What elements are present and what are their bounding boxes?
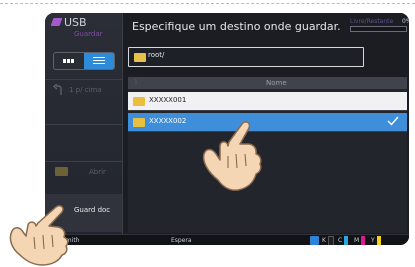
job-status: Espera	[171, 237, 192, 244]
toner-icon	[310, 236, 319, 245]
page-title: Especifique um destino onde guardar.	[132, 20, 341, 33]
status-bar: Smith Espera K C M Y	[45, 234, 409, 245]
row-name: XXXXX002	[149, 117, 187, 125]
app-title: USB	[64, 16, 87, 29]
toner-levels: K C M Y	[310, 236, 405, 245]
list-view-button[interactable]	[54, 53, 84, 69]
toner-c-label: C	[338, 237, 343, 244]
tap-hand-icon	[9, 205, 69, 266]
check-icon	[387, 116, 399, 126]
page-dashed-border	[0, 3, 415, 4]
detail-view-icon	[93, 57, 105, 65]
sort-indicator: 1	[134, 79, 138, 86]
capacity-value: 0%	[402, 18, 409, 25]
up-level-label: 1 p/ cima	[69, 86, 102, 94]
folder-icon	[55, 167, 68, 176]
toner-c-bar	[344, 236, 348, 245]
app-subtitle: Guardar	[74, 30, 103, 38]
folder-icon	[133, 97, 145, 106]
capacity-label: Livre/Restante	[350, 18, 394, 25]
up-level-button[interactable]: 1 p/ cima	[45, 82, 122, 124]
capacity-bar	[350, 26, 407, 32]
open-button[interactable]: Abrir	[45, 162, 122, 191]
sidebar-divider	[45, 124, 122, 125]
sidebar-divider	[45, 79, 122, 80]
detail-view-button[interactable]	[84, 53, 114, 69]
path-text: root/	[148, 51, 165, 59]
tap-hand-icon	[202, 121, 262, 191]
up-arrow-icon	[53, 84, 62, 95]
list-view-icon	[63, 59, 75, 63]
toner-m-label: M	[354, 237, 360, 244]
toner-k-label: K	[322, 237, 326, 244]
row-name: XXXXX001	[149, 96, 187, 104]
toner-y-bar	[377, 236, 381, 245]
table-header: 1 Nome	[128, 77, 407, 89]
folder-icon	[134, 53, 146, 62]
usb-icon	[50, 18, 63, 26]
toner-y-label: Y	[371, 237, 375, 244]
open-label: Abrir	[89, 168, 106, 176]
path-field[interactable]: root/	[128, 47, 364, 67]
toner-k-bar	[328, 236, 334, 245]
view-toggle	[53, 52, 115, 70]
folder-icon	[133, 118, 145, 127]
column-header-name[interactable]: Nome	[266, 79, 287, 87]
toner-m-bar	[361, 236, 365, 245]
